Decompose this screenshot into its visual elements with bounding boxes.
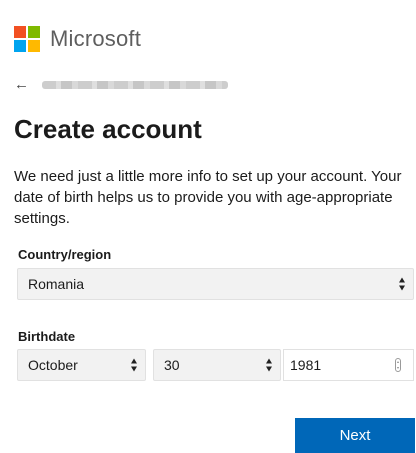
logo-square-yellow [28,40,40,52]
select-updown-icon [399,277,406,291]
birthdate-label: Birthdate [18,329,76,344]
birth-month-select[interactable]: October [17,349,146,381]
number-spinner-icon[interactable] [395,358,401,372]
microsoft-logo-icon [14,26,40,52]
arrow-left-icon[interactable]: ← [14,76,30,94]
country-label: Country/region [18,247,112,262]
birth-day-value: 30 [164,357,180,373]
header: Microsoft [14,25,141,53]
birth-day-select[interactable]: 30 [153,349,281,381]
birth-year-input[interactable]: 1981 [283,349,414,381]
logo-square-red [14,26,26,38]
select-updown-icon [266,358,273,372]
create-account-page: Microsoft ← Create account We need just … [0,0,416,453]
country-selected-value: Romania [28,276,85,292]
redacted-identity [42,81,228,89]
page-description: We need just a little more info to set u… [14,168,402,227]
identity-banner: ← [14,76,228,94]
logo-square-blue [14,40,26,52]
select-updown-icon [131,358,138,372]
country-select[interactable]: Romania [17,268,414,300]
brand-name: Microsoft [50,26,142,51]
page-title: Create account [14,114,202,144]
next-button[interactable]: Next [295,418,415,453]
birth-month-value: October [28,357,78,373]
birth-year-value: 1981 [290,357,322,373]
logo-square-green [28,26,40,38]
